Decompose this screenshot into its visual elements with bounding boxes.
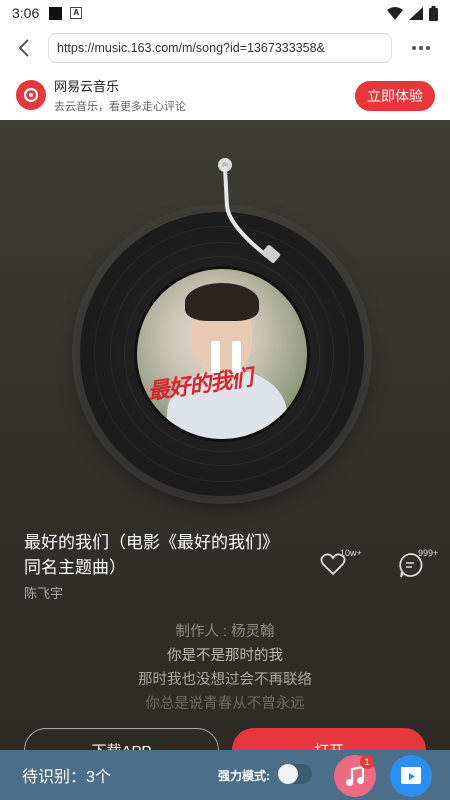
signal-icon <box>409 6 423 20</box>
back-button[interactable] <box>0 26 48 70</box>
lyric-line: 你总是说青春从不曾永远 <box>145 696 305 712</box>
comment-count: 999+ <box>418 548 439 558</box>
status-icons <box>387 5 438 21</box>
like-count: 10w+ <box>340 548 362 558</box>
try-now-button[interactable]: 立即体验 <box>355 81 435 111</box>
notification-square-icon <box>49 6 63 20</box>
like-button[interactable]: 10w+ <box>320 548 362 576</box>
app-promo-banner: 网易云音乐 去云音乐，看更多走心评论 立即体验 <box>0 70 450 120</box>
notification-a-icon: A <box>70 7 83 19</box>
song-title: 最好的我们（电影《最好的我们》同名主题曲） <box>24 533 279 577</box>
url-field[interactable]: https://music.163.com/m/song?id=13673333… <box>48 33 392 63</box>
lyric-line: 那时我也没想过会不再联络 <box>138 672 312 688</box>
lyric-line: 制作人 : 杨灵翰 <box>175 624 275 640</box>
banner-subtitle: 去云音乐，看更多走心评论 <box>54 101 186 113</box>
lyric-line: 你是不是那时的我 <box>167 648 283 664</box>
strong-mode-toggle[interactable] <box>278 764 312 784</box>
lyrics-panel: 制作人 : 杨灵翰 你是不是那时的我 那时我也没想过会不再联络 你总是说青春从不… <box>0 620 450 716</box>
wifi-icon <box>387 6 403 20</box>
tonearm-icon <box>218 158 281 263</box>
video-play-icon <box>401 767 421 784</box>
browser-url-bar: https://music.163.com/m/song?id=13673333… <box>0 26 450 70</box>
status-time: 3:06 <box>12 5 40 21</box>
toggle-knob <box>278 764 298 784</box>
more-options-button[interactable] <box>392 26 450 70</box>
netease-music-logo-icon <box>16 80 46 110</box>
banner-app-name: 网易云音乐 <box>54 79 120 94</box>
banner-text: 网易云音乐 去云音乐，看更多走心评论 <box>54 76 186 114</box>
status-bar: 3:06 A <box>0 0 450 26</box>
music-badge: 1 <box>360 755 374 769</box>
song-player: 最好的我们 最好的我们（电影《最好的我们》同名主题曲） 陈飞宇 10w+ 999… <box>0 120 450 800</box>
recognition-bar: 待识别：3个 强力模式: 1 <box>0 750 450 800</box>
chevron-left-icon <box>18 39 29 57</box>
pending-count-label: 待识别：3个 <box>22 769 111 786</box>
battery-icon <box>429 5 438 21</box>
more-dots-icon <box>412 46 430 50</box>
video-button[interactable] <box>390 755 432 797</box>
strong-mode-label: 强力模式: <box>218 769 270 783</box>
artist-name[interactable]: 陈飞宇 <box>24 583 63 602</box>
pause-icon[interactable] <box>211 341 241 373</box>
comment-button[interactable]: 999+ <box>398 548 438 578</box>
music-note-icon <box>346 765 365 786</box>
album-cover: 最好的我们 <box>134 266 310 442</box>
cover-figure-hair <box>185 283 259 321</box>
